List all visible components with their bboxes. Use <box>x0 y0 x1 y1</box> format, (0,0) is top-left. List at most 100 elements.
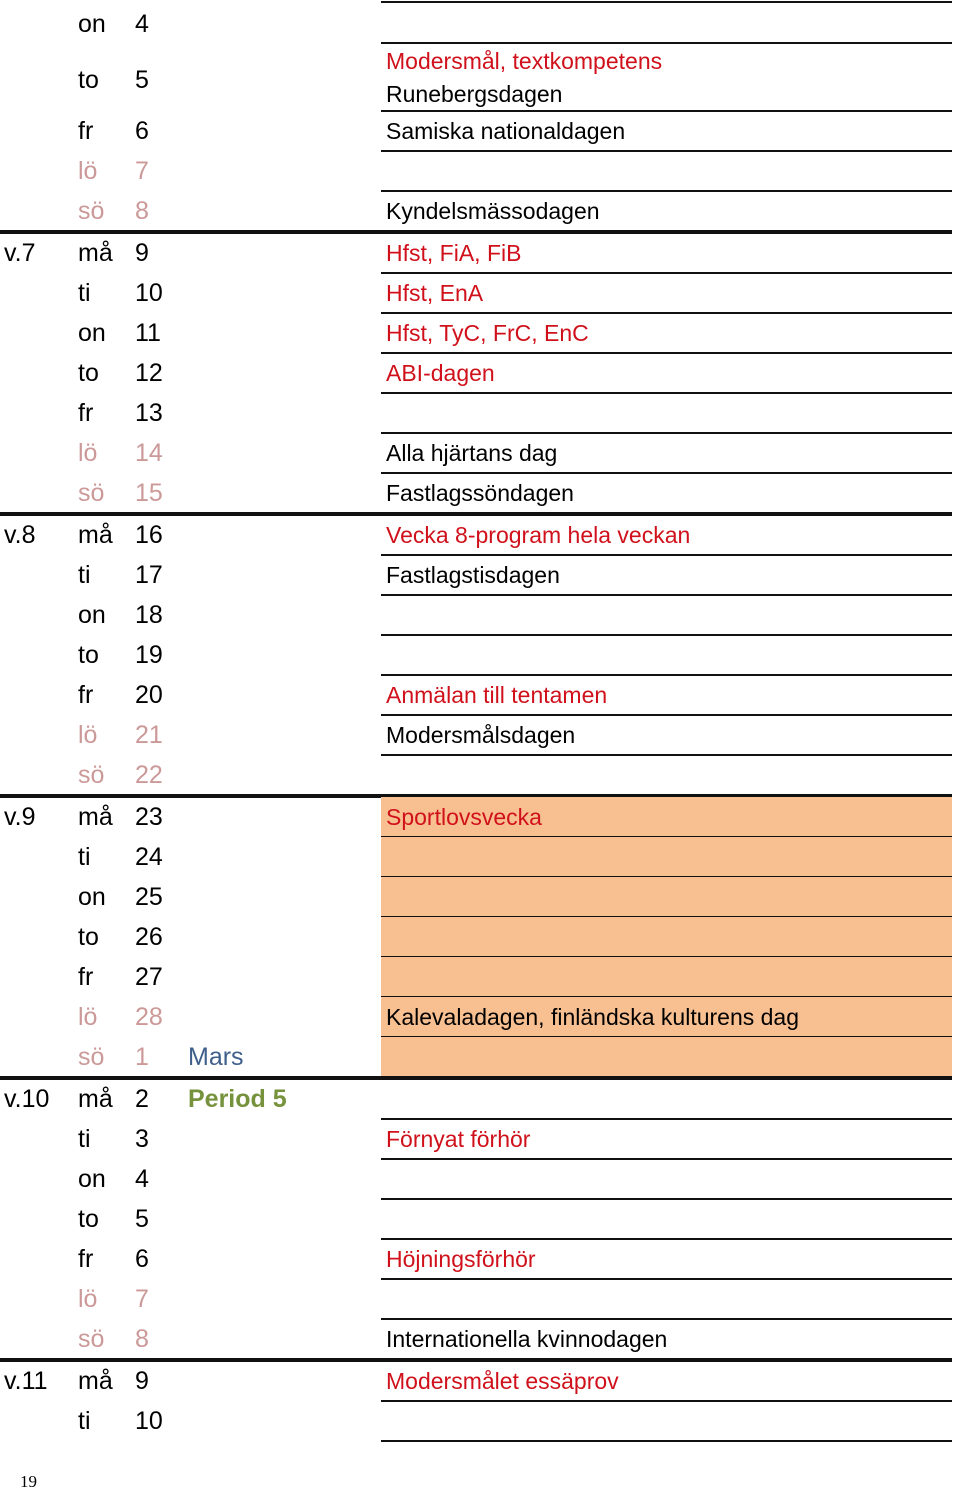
day-number: 7 <box>135 157 149 185</box>
note-cell <box>381 1401 952 1441</box>
day-name: lö <box>78 439 98 467</box>
calendar-row: Sportlovsvecka v.9 må 23 <box>0 797 952 837</box>
calendar-row: Alla hjärtans dag lö 14 <box>0 433 952 473</box>
day-number: 5 <box>135 1205 149 1233</box>
calendar-row: ti 24 <box>0 837 952 877</box>
day-number: 18 <box>135 601 163 629</box>
day-name: må <box>78 239 113 267</box>
day-number: 6 <box>135 1245 149 1273</box>
day-name: sö <box>78 1043 105 1071</box>
note-cell <box>381 877 952 917</box>
day-name: ti <box>78 561 91 589</box>
note-cell <box>381 595 952 635</box>
note-cell <box>381 151 952 191</box>
note-cell: Sportlovsvecka <box>381 797 952 837</box>
day-number: 25 <box>135 883 163 911</box>
event-note: Fastlagstisdagen <box>386 562 560 588</box>
day-name: ti <box>78 843 91 871</box>
day-number: 1 <box>135 1043 149 1071</box>
note-cell <box>381 1199 952 1239</box>
day-number: 28 <box>135 1003 163 1031</box>
day-number: 16 <box>135 521 163 549</box>
calendar-row: Fastlagssöndagen sö 15 <box>0 473 952 513</box>
calendar-row: Modersmålsdagen lö 21 <box>0 715 952 755</box>
day-name: lö <box>78 721 98 749</box>
note-cell: Hfst, FiA, FiB <box>381 233 952 273</box>
event-note: Anmälan till tentamen <box>386 682 608 708</box>
day-number: 4 <box>135 10 149 38</box>
day-number: 9 <box>135 1367 149 1395</box>
page-number: 19 <box>20 1472 37 1491</box>
note-cell: Vecka 8-program hela veckan <box>381 515 952 555</box>
day-number: 2 <box>135 1085 149 1113</box>
day-name: to <box>78 66 99 94</box>
day-number: 3 <box>135 1125 149 1153</box>
day-number: 7 <box>135 1285 149 1313</box>
calendar-row: Höjningsförhör fr 6 <box>0 1239 952 1279</box>
event-note: Kalevaladagen, finländska kulturens dag <box>386 1004 800 1030</box>
note-cell: Kalevaladagen, finländska kulturens dag <box>381 997 952 1037</box>
day-number: 4 <box>135 1165 149 1193</box>
week-number: v.7 <box>4 239 36 267</box>
calendar-row: Kyndelsmässodagen sö 8 <box>0 191 952 231</box>
day-name: on <box>78 319 106 347</box>
day-number: 22 <box>135 761 163 789</box>
event-note: Hfst, FiA, FiB <box>386 240 522 266</box>
event-note: Alla hjärtans dag <box>386 440 558 466</box>
note-cell: Anmälan till tentamen <box>381 675 952 715</box>
day-name: må <box>78 1367 113 1395</box>
note-cell: Modersmålsdagen <box>381 715 952 755</box>
day-number: 19 <box>135 641 163 669</box>
day-name: sö <box>78 761 105 789</box>
note-cell: ABI-dagen <box>381 353 952 393</box>
note-cell: Internationella kvinnodagen <box>381 1319 952 1359</box>
note-cell <box>381 635 952 675</box>
note-cell <box>381 3 952 43</box>
calendar-row: to 26 <box>0 917 952 957</box>
day-name: må <box>78 803 113 831</box>
day-number: 6 <box>135 117 149 145</box>
calendar-row: fr 13 <box>0 393 952 433</box>
day-name: to <box>78 359 99 387</box>
event-note: Hfst, TyC, FrC, EnC <box>386 320 589 346</box>
calendar-row: lö 7 <box>0 151 952 191</box>
calendar-row: Modersmål, textkompetens Runebergsdagen to… <box>0 43 952 111</box>
calendar-row: Hfst, EnA ti 10 <box>0 273 952 313</box>
day-name: fr <box>78 399 94 427</box>
day-name: fr <box>78 681 94 709</box>
day-number: 23 <box>135 803 163 831</box>
day-name: sö <box>78 1325 105 1353</box>
note-cell: Kyndelsmässodagen <box>381 191 952 231</box>
day-number: 8 <box>135 1325 149 1353</box>
day-number: 11 <box>135 319 161 347</box>
event-note: ABI-dagen <box>386 360 495 386</box>
calendar-row: on 4 <box>0 1159 952 1199</box>
note-cell <box>381 957 952 997</box>
day-number: 21 <box>135 721 163 749</box>
calendar-row: Hfst, TyC, FrC, EnC on 11 <box>0 313 952 353</box>
calendar-row: Fastlagstisdagen ti 17 <box>0 555 952 595</box>
day-name: on <box>78 10 106 38</box>
note-cell <box>381 1079 952 1119</box>
week-number: v.9 <box>4 803 36 831</box>
day-number: 13 <box>135 399 163 427</box>
event-note: Förnyat förhör <box>386 1126 531 1152</box>
note-cell <box>381 393 952 433</box>
week-number: v.10 <box>4 1085 50 1113</box>
event-note: Modersmål, textkompetens <box>386 48 663 74</box>
calendar-row: Vecka 8-program hela veckan v.8 må 16 <box>0 515 952 555</box>
day-number: 26 <box>135 923 163 951</box>
calendar-row: v.10 må 2 Period 5 <box>0 1079 952 1119</box>
note-cell: Höjningsförhör <box>381 1239 952 1279</box>
calendar-row: lö 7 <box>0 1279 952 1319</box>
calendar-row: Anmälan till tentamen fr 20 <box>0 675 952 715</box>
event-note: Kyndelsmässodagen <box>386 198 600 224</box>
event-note: Vecka 8-program hela veckan <box>386 522 691 548</box>
day-number: 15 <box>135 479 163 507</box>
calendar-row: on 4 <box>0 3 952 43</box>
day-name: to <box>78 641 99 669</box>
note-cell: Alla hjärtans dag <box>381 433 952 473</box>
day-name: må <box>78 1085 113 1113</box>
week-number: v.8 <box>4 521 36 549</box>
calendar-row: Hfst, FiA, FiB v.7 må 9 <box>0 233 952 273</box>
